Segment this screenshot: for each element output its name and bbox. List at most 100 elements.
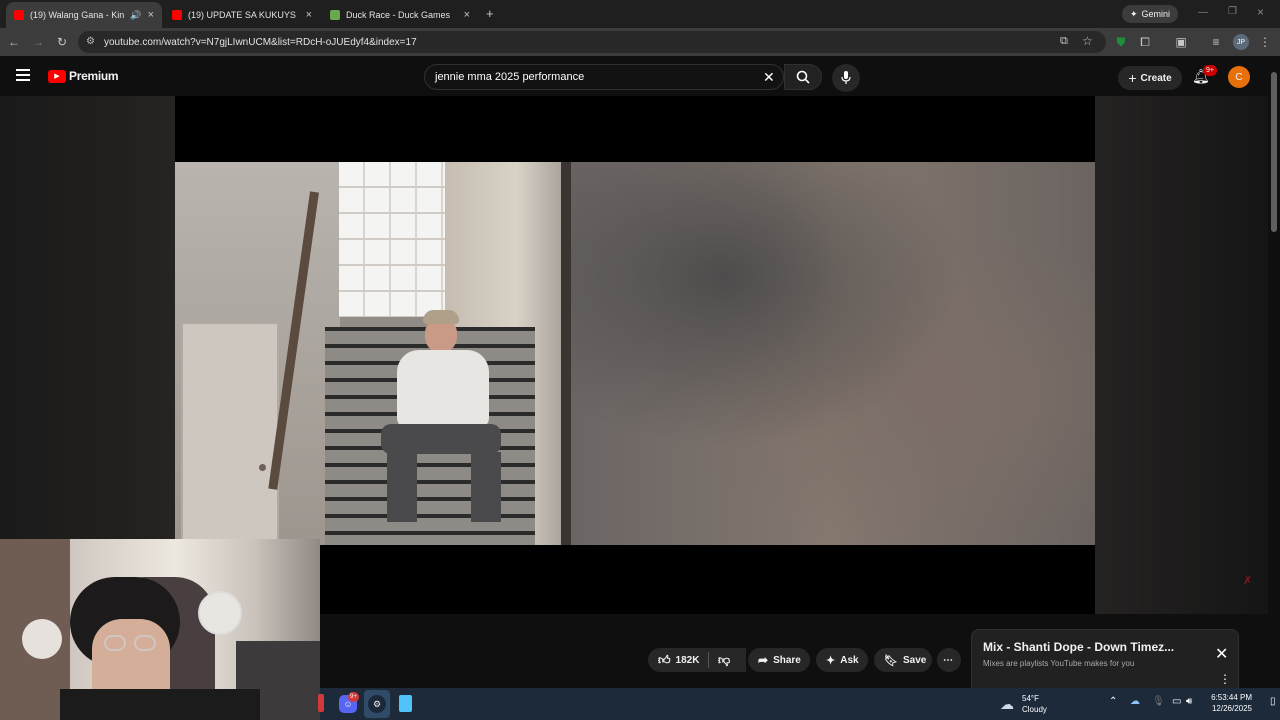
share-button[interactable]: ➦ Share — [748, 648, 810, 672]
tray-chevron-icon[interactable]: ⌃ — [1109, 696, 1117, 707]
reload-icon[interactable]: ↻ — [54, 34, 70, 50]
ask-label: Ask — [840, 654, 859, 666]
new-tab-button[interactable]: + — [486, 6, 494, 21]
more-horizontal-icon: ⋯ — [943, 654, 953, 666]
weather-temp: 54°F — [1022, 694, 1039, 703]
youtube-favicon-icon — [172, 10, 182, 20]
voice-search-button[interactable] — [832, 64, 860, 92]
window-grid — [339, 162, 445, 317]
gemini-sparkle-icon: ✦ — [1130, 8, 1138, 19]
tab-update-sa-kukuys[interactable]: (19) UPDATE SA KUKUYS NEW ( × — [164, 2, 320, 28]
close-window-icon[interactable]: × — [1257, 5, 1264, 19]
microphone-icon — [841, 71, 851, 84]
search-icon — [796, 70, 810, 84]
create-label: Create — [1140, 72, 1172, 84]
back-icon[interactable]: ← — [6, 34, 22, 50]
save-label: Save — [902, 654, 927, 666]
share-arrow-icon: ➦ — [758, 653, 769, 667]
save-button[interactable]: 🔖︎ Save — [874, 648, 932, 672]
weather-cloud-icon[interactable]: ☁ — [1000, 696, 1014, 713]
close-tab-icon[interactable]: × — [306, 9, 312, 21]
notepad-icon[interactable] — [399, 695, 412, 712]
discord-badge: 9+ — [348, 692, 359, 702]
ask-button[interactable]: ✦ Ask — [816, 648, 868, 672]
create-button[interactable]: + Create — [1118, 66, 1182, 90]
maximize-icon[interactable]: ❐ — [1228, 6, 1237, 17]
steam-icon: ⚙ — [368, 695, 386, 713]
person-left-shin — [387, 452, 417, 522]
tab-title: (19) Walang Gana - King Ba — [30, 10, 125, 20]
youtube-premium-logo[interactable]: ▶ Premium — [48, 69, 119, 83]
plush-toy — [22, 619, 62, 659]
ambient-right-panel — [1095, 96, 1268, 614]
glasses-right — [134, 635, 156, 651]
wall-edge — [561, 162, 571, 545]
media-controls-icon[interactable]: ≡ — [1208, 34, 1224, 50]
onedrive-icon[interactable]: ☁ — [1130, 696, 1140, 707]
extensions-icon[interactable]: ⧠ — [1137, 34, 1153, 50]
clear-search-icon[interactable]: ✕ — [763, 69, 775, 86]
mix-title[interactable]: Mix - Shanti Dope - Down Timez... — [983, 640, 1174, 654]
clock-date[interactable]: 12/26/2025 — [1210, 704, 1252, 713]
shield-extension-icon[interactable]: ⛊ — [1113, 34, 1129, 50]
dislike-button[interactable]: 👎︎ — [709, 648, 741, 672]
textured-wall — [565, 162, 1095, 545]
speaker-icon[interactable]: 🔊 — [130, 10, 141, 21]
scrollbar-thumb[interactable] — [1271, 72, 1277, 232]
plus-icon: + — [1128, 70, 1137, 86]
more-actions-button[interactable]: ⋯ — [937, 648, 961, 672]
bookmark-star-icon[interactable]: ☆ — [1082, 34, 1093, 48]
clock-time[interactable]: 6:53:44 PM — [1210, 693, 1252, 702]
notifications-badge: 9+ — [1203, 65, 1217, 76]
logo-label: Premium — [69, 69, 119, 83]
youtube-favicon-icon — [14, 10, 24, 20]
bookmark-icon: 🔖︎ — [884, 654, 898, 667]
glasses-left — [104, 635, 126, 651]
windows-taskbar: ☺ 9+ ⚙ ☁ 54°F Cloudy ⌃ ☁ 🎙︎ ▭ 🔊︎ 6:53:44… — [318, 688, 1280, 720]
hamburger-menu-icon[interactable] — [16, 69, 30, 81]
notification-center-icon[interactable]: ▯ — [1270, 696, 1276, 707]
tab-walang-gana[interactable]: (19) Walang Gana - King Ba 🔊 × — [6, 2, 162, 28]
person-right-shin — [471, 452, 501, 522]
close-tab-icon[interactable]: × — [464, 9, 470, 21]
person-legs — [381, 424, 501, 454]
network-icon[interactable]: ▭ — [1172, 696, 1181, 707]
ambient-left-panel — [0, 96, 175, 614]
forward-icon[interactable]: → — [30, 34, 46, 50]
search-button[interactable] — [784, 64, 822, 90]
door — [181, 322, 279, 545]
close-mix-icon[interactable]: ✕ — [1215, 644, 1228, 664]
tab-search-icon[interactable]: ▣ — [1173, 34, 1189, 50]
ask-sparkle-icon: ✦ — [826, 654, 836, 667]
install-app-icon[interactable]: ⧉ — [1060, 35, 1068, 48]
mix-menu-icon[interactable]: ⋮ — [1219, 672, 1231, 686]
taskbar-app-red-icon[interactable] — [318, 694, 324, 712]
url-text: youtube.com/watch?v=N7gjLIwnUCM&list=RDc… — [104, 36, 417, 48]
gemini-button[interactable]: ✦ Gemini — [1122, 5, 1179, 23]
browser-menu-icon[interactable]: ⋮ — [1257, 34, 1273, 50]
tab-duck-race[interactable]: Duck Race - Duck Games × — [322, 2, 478, 28]
weather-desc: Cloudy — [1022, 705, 1047, 714]
steam-active-tile[interactable]: ⚙ — [364, 690, 390, 718]
person-shirt — [397, 350, 489, 428]
thumbs-up-icon: 👍︎ — [658, 652, 671, 667]
like-count: 182K — [675, 654, 700, 666]
person-hair — [423, 310, 459, 324]
thumbs-down-icon: 👎︎ — [718, 652, 731, 667]
close-tab-icon[interactable]: × — [148, 9, 154, 21]
mic-tray-icon[interactable]: 🎙︎ — [1152, 696, 1165, 707]
browser-toolbar: ← → ↻ ⚙ youtube.com/watch?v=N7gjLIwnUCM&… — [0, 28, 1280, 56]
tab-title: (19) UPDATE SA KUKUYS NEW ( — [188, 10, 298, 20]
address-bar[interactable]: ⚙ youtube.com/watch?v=N7gjLIwnUCM&list=R… — [78, 31, 1106, 53]
search-input[interactable]: jennie mma 2025 performance ✕ — [424, 64, 784, 90]
volume-icon[interactable]: 🔊︎ — [1186, 696, 1192, 707]
video-frame — [175, 162, 1095, 545]
site-info-icon[interactable]: ⚙ — [86, 36, 95, 47]
gemini-label: Gemini — [1141, 9, 1171, 19]
minimize-icon[interactable]: — — [1198, 7, 1208, 18]
mix-subtitle: Mixes are playlists YouTube makes for yo… — [983, 659, 1135, 668]
page-scrollbar[interactable] — [1268, 58, 1280, 688]
profile-avatar[interactable]: JP — [1233, 34, 1249, 50]
channel-avatar[interactable]: C — [1228, 66, 1250, 88]
video-player[interactable] — [175, 96, 1095, 614]
